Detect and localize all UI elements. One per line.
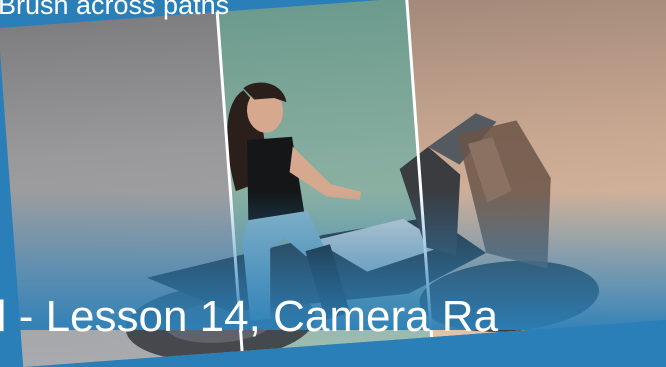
bottom-title: d - Lesson 14, Camera Ra — [0, 292, 499, 341]
top-title: Brush across paths — [0, 0, 230, 20]
